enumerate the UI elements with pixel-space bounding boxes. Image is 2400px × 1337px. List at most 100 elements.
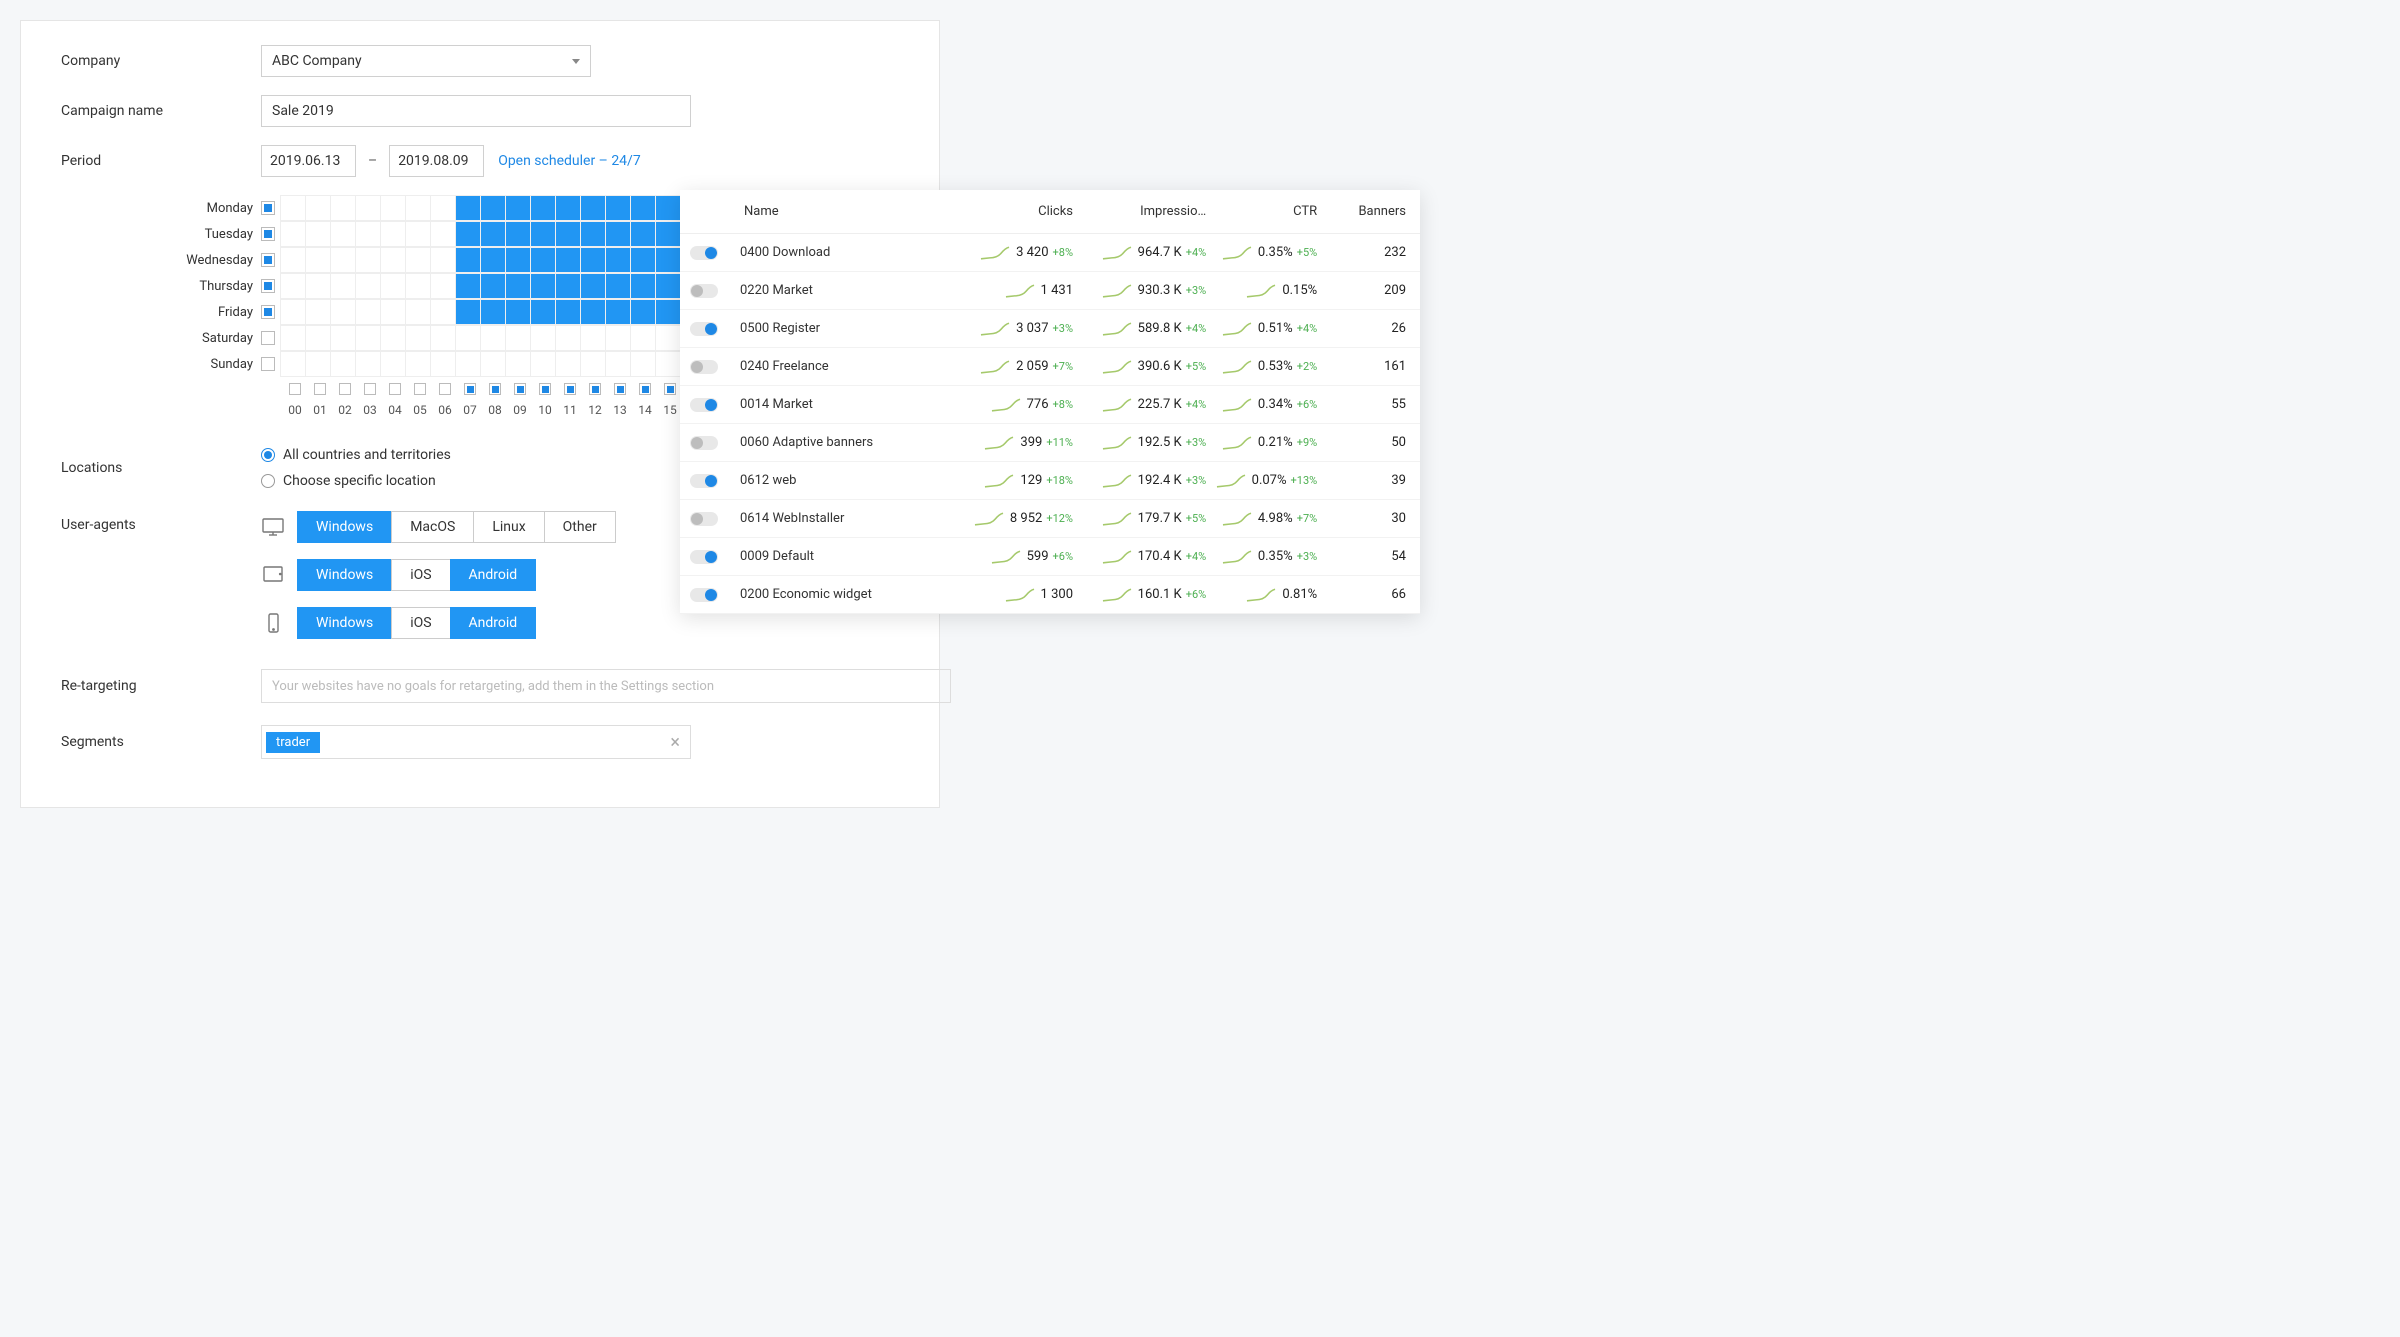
schedule-cell[interactable] bbox=[480, 273, 506, 299]
schedule-cell[interactable] bbox=[480, 351, 506, 377]
schedule-cell[interactable] bbox=[580, 247, 606, 273]
ua-desktop-linux[interactable]: Linux bbox=[473, 511, 544, 543]
row-name[interactable]: 0200 Economic widget bbox=[740, 587, 940, 602]
ua-tablet-ios[interactable]: iOS bbox=[391, 559, 450, 591]
schedule-cell[interactable] bbox=[480, 221, 506, 247]
schedule-cell[interactable] bbox=[480, 247, 506, 273]
ua-desktop-other[interactable]: Other bbox=[544, 511, 616, 543]
schedule-cell[interactable] bbox=[605, 351, 631, 377]
schedule-cell[interactable] bbox=[505, 273, 531, 299]
schedule-cell[interactable] bbox=[605, 325, 631, 351]
schedule-hour-checkbox[interactable] bbox=[639, 383, 651, 395]
schedule-cell[interactable] bbox=[630, 351, 656, 377]
schedule-cell[interactable] bbox=[355, 299, 381, 325]
schedule-hour-checkbox[interactable] bbox=[614, 383, 626, 395]
schedule-day-checkbox[interactable] bbox=[261, 305, 275, 319]
schedule-cell[interactable] bbox=[455, 299, 481, 325]
schedule-hour-checkbox[interactable] bbox=[339, 383, 351, 395]
schedule-cell[interactable] bbox=[405, 273, 431, 299]
schedule-cell[interactable] bbox=[655, 351, 681, 377]
schedule-cell[interactable] bbox=[605, 247, 631, 273]
schedule-cell[interactable] bbox=[430, 247, 456, 273]
ua-mobile-windows[interactable]: Windows bbox=[297, 607, 392, 639]
schedule-cell[interactable] bbox=[655, 299, 681, 325]
schedule-cell[interactable] bbox=[555, 247, 581, 273]
schedule-cell[interactable] bbox=[330, 325, 356, 351]
row-toggle[interactable] bbox=[690, 398, 718, 412]
schedule-cell[interactable] bbox=[655, 195, 681, 221]
schedule-hour-checkbox[interactable] bbox=[289, 383, 301, 395]
schedule-cell[interactable] bbox=[530, 247, 556, 273]
schedule-day-checkbox[interactable] bbox=[261, 357, 275, 371]
row-name[interactable]: 0060 Adaptive banners bbox=[740, 435, 940, 450]
schedule-cell[interactable] bbox=[580, 221, 606, 247]
schedule-cell[interactable] bbox=[580, 325, 606, 351]
schedule-cell[interactable] bbox=[330, 351, 356, 377]
schedule-hour-checkbox[interactable] bbox=[539, 383, 551, 395]
schedule-cell[interactable] bbox=[605, 221, 631, 247]
schedule-cell[interactable] bbox=[355, 195, 381, 221]
schedule-cell[interactable] bbox=[305, 221, 331, 247]
th-ctr[interactable]: CTR bbox=[1206, 204, 1317, 219]
schedule-cell[interactable] bbox=[380, 221, 406, 247]
date-to-input[interactable]: 2019.08.09 bbox=[389, 145, 484, 177]
row-toggle[interactable] bbox=[690, 360, 718, 374]
schedule-cell[interactable] bbox=[330, 221, 356, 247]
schedule-cell[interactable] bbox=[355, 351, 381, 377]
schedule-cell[interactable] bbox=[505, 247, 531, 273]
schedule-cell[interactable] bbox=[355, 221, 381, 247]
schedule-cell[interactable] bbox=[605, 299, 631, 325]
schedule-cell[interactable] bbox=[405, 247, 431, 273]
schedule-day-checkbox[interactable] bbox=[261, 279, 275, 293]
schedule-cell[interactable] bbox=[555, 299, 581, 325]
schedule-cell[interactable] bbox=[280, 351, 306, 377]
th-impressions[interactable]: Impressio… bbox=[1073, 204, 1206, 219]
th-banners[interactable]: Banners bbox=[1317, 204, 1406, 219]
schedule-cell[interactable] bbox=[580, 273, 606, 299]
schedule-cell[interactable] bbox=[305, 195, 331, 221]
schedule-cell[interactable] bbox=[655, 325, 681, 351]
row-toggle[interactable] bbox=[690, 246, 718, 260]
schedule-cell[interactable] bbox=[305, 247, 331, 273]
row-name[interactable]: 0400 Download bbox=[740, 245, 940, 260]
schedule-cell[interactable] bbox=[580, 351, 606, 377]
schedule-cell[interactable] bbox=[655, 273, 681, 299]
schedule-hour-checkbox[interactable] bbox=[514, 383, 526, 395]
schedule-cell[interactable] bbox=[630, 273, 656, 299]
schedule-cell[interactable] bbox=[555, 351, 581, 377]
segment-chip[interactable]: trader bbox=[266, 732, 320, 753]
schedule-cell[interactable] bbox=[330, 247, 356, 273]
row-name[interactable]: 0009 Default bbox=[740, 549, 940, 564]
ua-mobile-ios[interactable]: iOS bbox=[391, 607, 450, 639]
location-all-radio[interactable]: All countries and territories bbox=[261, 447, 451, 463]
schedule-cell[interactable] bbox=[630, 299, 656, 325]
th-clicks[interactable]: Clicks bbox=[940, 204, 1073, 219]
schedule-cell[interactable] bbox=[655, 221, 681, 247]
schedule-cell[interactable] bbox=[305, 325, 331, 351]
row-toggle[interactable] bbox=[690, 512, 718, 526]
schedule-cell[interactable] bbox=[405, 325, 431, 351]
ua-desktop-macos[interactable]: MacOS bbox=[391, 511, 474, 543]
schedule-cell[interactable] bbox=[605, 273, 631, 299]
schedule-cell[interactable] bbox=[630, 325, 656, 351]
schedule-cell[interactable] bbox=[380, 247, 406, 273]
schedule-cell[interactable] bbox=[430, 299, 456, 325]
schedule-cell[interactable] bbox=[430, 221, 456, 247]
schedule-cell[interactable] bbox=[380, 273, 406, 299]
schedule-hour-checkbox[interactable] bbox=[589, 383, 601, 395]
schedule-cell[interactable] bbox=[405, 299, 431, 325]
schedule-cell[interactable] bbox=[630, 195, 656, 221]
schedule-cell[interactable] bbox=[605, 195, 631, 221]
row-toggle[interactable] bbox=[690, 474, 718, 488]
schedule-cell[interactable] bbox=[430, 195, 456, 221]
schedule-cell[interactable] bbox=[530, 299, 556, 325]
schedule-cell[interactable] bbox=[305, 351, 331, 377]
schedule-cell[interactable] bbox=[455, 325, 481, 351]
schedule-cell[interactable] bbox=[330, 299, 356, 325]
schedule-hour-checkbox[interactable] bbox=[489, 383, 501, 395]
schedule-cell[interactable] bbox=[630, 221, 656, 247]
schedule-cell[interactable] bbox=[530, 325, 556, 351]
schedule-cell[interactable] bbox=[505, 195, 531, 221]
schedule-day-checkbox[interactable] bbox=[261, 201, 275, 215]
row-name[interactable]: 0014 Market bbox=[740, 397, 940, 412]
